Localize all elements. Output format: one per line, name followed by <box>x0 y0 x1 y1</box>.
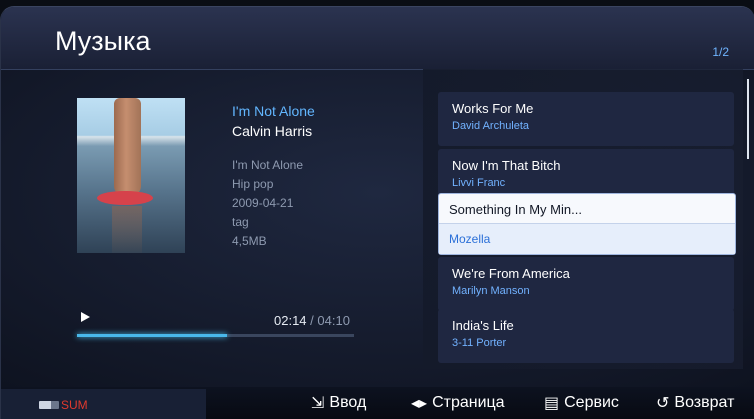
music-player-window: Музыка 1/2 I'm Not Alone Calvin Harris I… <box>0 6 754 419</box>
page-indicator: 1/2 <box>712 45 729 59</box>
return-button[interactable]: ↺ Возврат <box>656 393 734 412</box>
tools-button[interactable]: ▤ Сервис <box>544 393 619 412</box>
tools-icon: ▤ <box>544 393 560 412</box>
playlist-item[interactable]: India's Life 3-11 Porter <box>438 309 734 363</box>
item-artist: Livvi Franc <box>452 177 506 189</box>
progress-bar[interactable] <box>77 334 354 337</box>
enter-button[interactable]: ⇲ Ввод <box>311 393 366 412</box>
page-label: Страница <box>432 393 505 411</box>
item-title: India's Life <box>452 318 514 333</box>
header-bar: Музыка 1/2 <box>1 7 754 70</box>
playlist-scrollbar[interactable] <box>747 79 749 159</box>
elapsed-time: 02:14 <box>274 313 307 328</box>
item-title: Now I'm That Bitch <box>452 158 561 173</box>
item-artist: Mozella <box>449 232 491 246</box>
track-title: I'm Not Alone <box>232 103 315 119</box>
track-artist: Calvin Harris <box>232 123 313 139</box>
total-time: 04:10 <box>317 313 350 328</box>
track-album: I'm Not Alone <box>232 158 303 172</box>
left-right-arrows-icon: ◂▸ <box>411 393 428 412</box>
item-artist: David Archuleta <box>452 120 530 132</box>
enter-label: Ввод <box>329 393 367 411</box>
playlist-item[interactable]: Works For Me David Archuleta <box>438 92 734 146</box>
track-tag: tag <box>232 215 249 229</box>
playlist-item-selected[interactable]: Something In My Min... Mozella <box>438 193 736 255</box>
footer-bar: SUM ⇲ Ввод ◂▸ Страница ▤ Сервис ↺ Возвра… <box>1 387 754 419</box>
item-artist: 3-11 Porter <box>452 337 507 349</box>
time-display: 02:14 / 04:10 <box>274 313 350 328</box>
item-title: We're From America <box>452 266 570 281</box>
progress-fill <box>77 334 227 337</box>
item-title: Works For Me <box>452 101 534 116</box>
album-art <box>77 98 185 253</box>
time-separator: / <box>310 313 314 328</box>
playlist-item[interactable]: We're From America Marilyn Manson <box>438 257 734 311</box>
sum-label: SUM <box>61 398 88 412</box>
page-title: Музыка <box>55 26 151 56</box>
usb-icon <box>39 401 59 409</box>
item-title: Something In My Min... <box>449 202 582 217</box>
play-icon[interactable] <box>81 312 90 322</box>
track-size: 4,5MB <box>232 234 267 248</box>
return-icon: ↺ <box>656 393 670 412</box>
return-label: Возврат <box>674 393 735 411</box>
track-date: 2009-04-21 <box>232 196 294 210</box>
track-genre: Hip pop <box>232 177 274 191</box>
tools-label: Сервис <box>564 393 619 411</box>
page-button[interactable]: ◂▸ Страница <box>411 393 505 412</box>
enter-icon: ⇲ <box>311 393 325 412</box>
item-artist: Marilyn Manson <box>452 285 530 297</box>
sum-area: SUM <box>1 389 206 419</box>
